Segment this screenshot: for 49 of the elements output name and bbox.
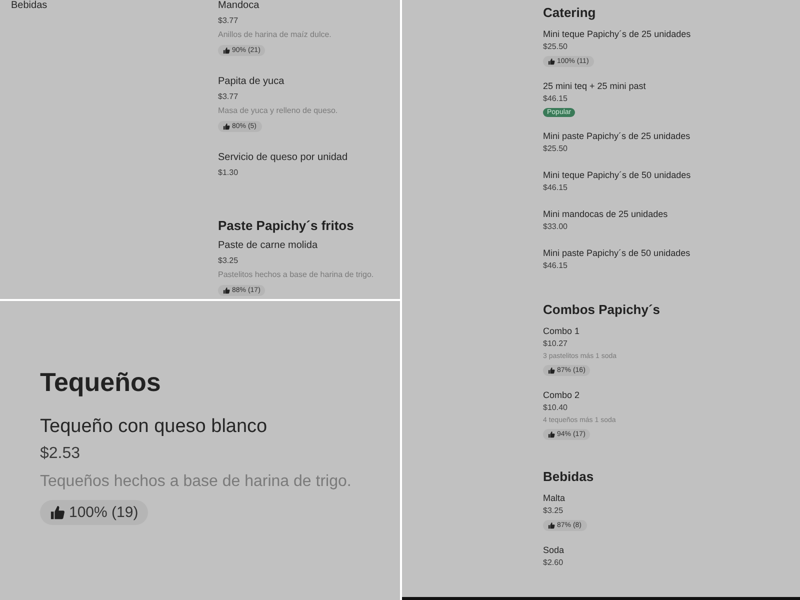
item-price: $2.60 [543,557,564,569]
item-price: $3.77 [218,91,238,103]
item-description: Masa de yuca y relleno de queso. [218,105,338,117]
item-price: $25.50 [543,41,568,53]
item-name[interactable]: Papita de yuca [218,76,284,88]
item-price: $3.25 [543,505,564,517]
section-heading: Catering [543,5,597,20]
thumbs-up-icon [50,505,65,520]
thumbs-up-icon [548,431,555,438]
item-price: $3.77 [218,15,238,27]
item-name[interactable]: Combo 2 [543,389,580,401]
item-name[interactable]: Soda [543,544,564,556]
thumbs-up-icon [548,367,555,374]
item-name[interactable]: Malta [543,492,566,504]
thumbs-up-icon [223,47,230,54]
item-name[interactable]: Combo 1 [543,325,580,337]
item-name[interactable]: Mini paste Papichy´s de 25 unidades [543,130,690,142]
thumbs-up-icon [223,287,230,294]
item-price: $46.15 [543,93,568,105]
item-price: $46.15 [543,260,568,272]
item-name[interactable]: Mini paste Papichy´s de 50 unidades [543,247,690,259]
item-price: $2.53 [40,444,80,464]
item-description: Pastelitos hechos a base de harina de trigo. [218,269,374,281]
section-heading: Tequeños [40,367,162,398]
item-name[interactable]: Mini mandocas de 25 unidades [543,208,668,220]
section-heading: Combos Papichy´s [543,302,662,317]
item-name[interactable]: Mandoca [218,0,260,12]
item-price: $10.40 [543,402,568,414]
item-price: $33.00 [543,221,568,233]
section-heading: Paste Papichy´s fritos [218,218,355,233]
item-name[interactable]: Paste de carne molida [218,240,318,252]
item-name[interactable]: Servicio de queso por unidad [218,152,348,164]
item-name[interactable]: Mini teque Papichy´s de 50 unidades [543,169,691,181]
item-price: $25.50 [543,143,568,155]
thumbs-up-icon [548,58,555,65]
thumbs-up-icon [223,123,230,130]
item-price: $10.27 [543,338,568,350]
section-heading: Bebidas [543,469,595,484]
item-price: $3.25 [218,255,238,267]
item-name[interactable]: Tequeño con queso blanco [40,414,268,440]
item-price: $46.15 [543,182,568,194]
item-price: $1.30 [218,167,238,179]
rating-pill: 100% (19) [40,500,148,525]
item-name[interactable]: 25 mini teq + 25 mini past [543,80,646,92]
sidebar-item[interactable]: Bebidas [11,0,218,12]
thumbs-up-icon [548,522,555,529]
item-description: Anillos de harina de maíz dulce. [218,29,332,41]
item-description: Tequeños hechos a base de harina de trigo. [40,472,352,492]
item-name[interactable]: Mini teque Papichy´s de 25 unidades [543,28,691,40]
